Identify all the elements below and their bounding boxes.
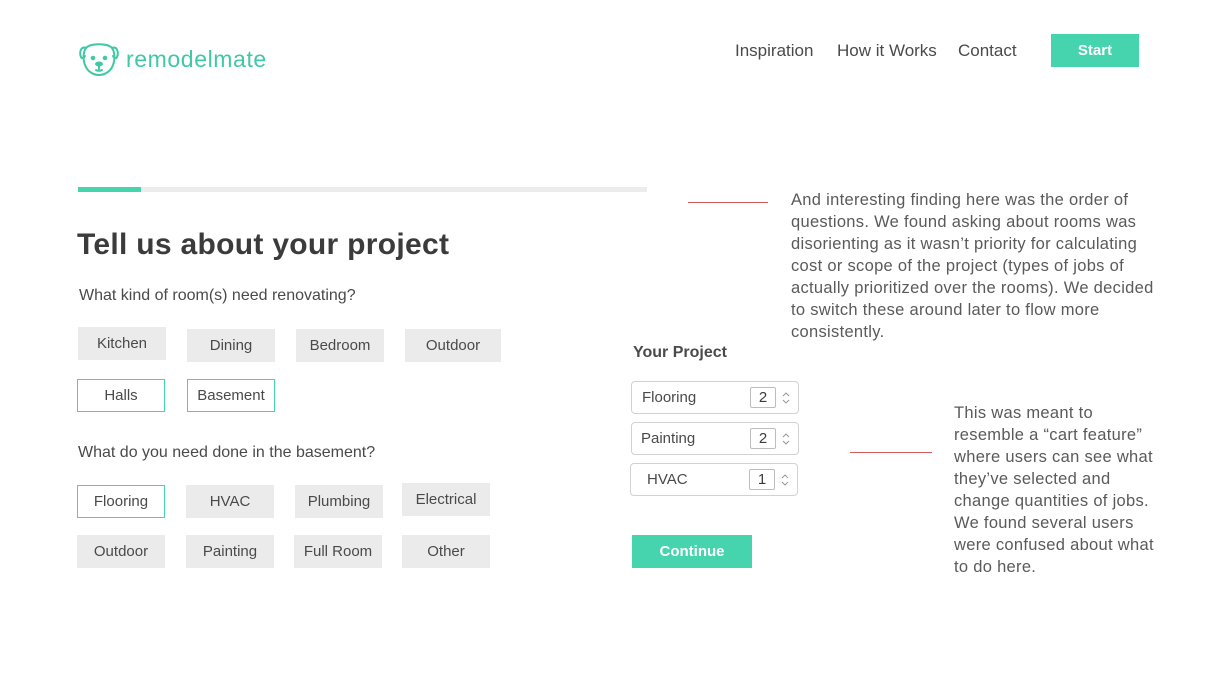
up-down-arrows-icon[interactable]	[781, 473, 789, 487]
job-chip-outdoor[interactable]: Outdoor	[77, 535, 165, 568]
page-title: Tell us about your project	[77, 228, 450, 261]
job-chip-electrical[interactable]: Electrical	[402, 483, 490, 516]
jobs-question: What do you need done in the basement?	[78, 444, 376, 461]
cart-item-label: Painting	[641, 430, 696, 447]
progress-fill	[78, 187, 141, 192]
nav-inspiration[interactable]: Inspiration	[735, 41, 813, 61]
job-chip-plumbing[interactable]: Plumbing	[295, 485, 383, 518]
room-chip-outdoor[interactable]: Outdoor	[405, 329, 501, 362]
nav-how-it-works[interactable]: How it Works	[837, 41, 937, 61]
cart-item-hvac: HVAC 1	[630, 463, 798, 496]
logo-text: remodelmate	[126, 45, 267, 72]
progress-bar	[78, 187, 647, 192]
quantity-input[interactable]: 1	[749, 469, 775, 490]
room-chip-bedroom[interactable]: Bedroom	[296, 329, 384, 362]
dog-face-icon	[79, 43, 119, 76]
annotation-note-order: And interesting finding here was the ord…	[791, 191, 1154, 341]
annotation-note-cart: This was meant to resemble a “cart featu…	[954, 404, 1154, 576]
nav-contact[interactable]: Contact	[958, 41, 1017, 61]
room-chip-dining[interactable]: Dining	[187, 329, 275, 362]
start-button[interactable]: Start	[1051, 34, 1139, 67]
job-chip-hvac[interactable]: HVAC	[186, 485, 274, 518]
job-chip-flooring[interactable]: Flooring	[77, 485, 165, 518]
cart-item-painting: Painting 2	[631, 422, 799, 455]
cart-item-label: Flooring	[642, 389, 697, 406]
job-chip-painting[interactable]: Painting	[186, 535, 274, 568]
continue-button[interactable]: Continue	[632, 535, 752, 568]
up-down-arrows-icon[interactable]	[782, 432, 790, 446]
rooms-question: What kind of room(s) need renovating?	[79, 287, 356, 304]
cart-item-label: HVAC	[647, 471, 688, 488]
room-chip-kitchen[interactable]: Kitchen	[78, 327, 166, 360]
room-chip-halls[interactable]: Halls	[77, 379, 165, 412]
logo[interactable]: remodelmate	[78, 40, 267, 78]
quantity-input[interactable]: 2	[750, 428, 776, 449]
job-chip-other[interactable]: Other	[402, 535, 490, 568]
up-down-arrows-icon[interactable]	[782, 391, 790, 405]
annotation-line	[850, 452, 932, 453]
cart-item-flooring: Flooring 2	[631, 381, 799, 414]
quantity-input[interactable]: 2	[750, 387, 776, 408]
room-chip-basement[interactable]: Basement	[187, 379, 275, 412]
annotation-line	[688, 202, 768, 203]
job-chip-full-room[interactable]: Full Room	[294, 535, 382, 568]
your-project-title: Your Project	[633, 344, 727, 361]
